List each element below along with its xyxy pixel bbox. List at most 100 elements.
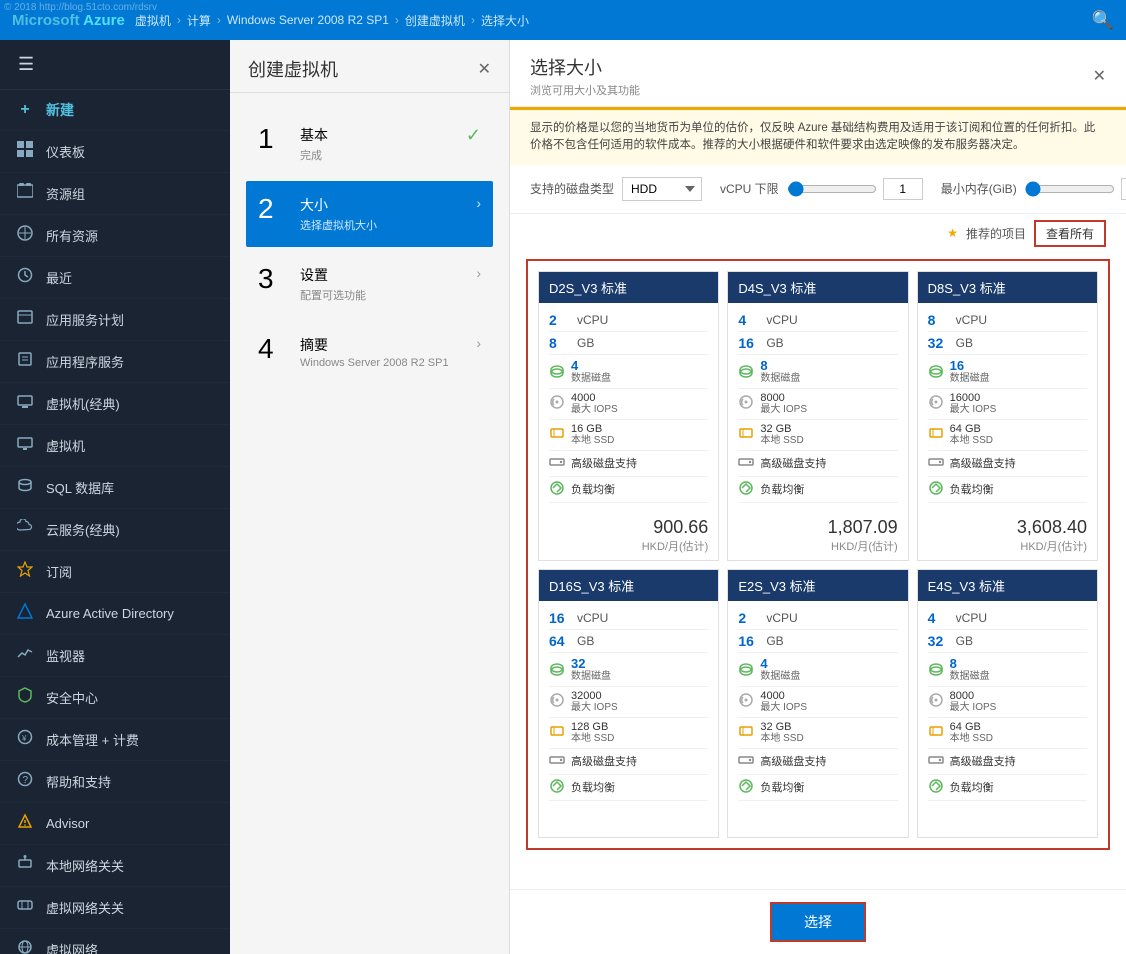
lb-label: 负载均衡 (760, 779, 804, 795)
vm-card-1[interactable]: D4S_V3 标准4vCPU16GB 8数据磁盘 8000最大 IOPS 32 … (727, 271, 908, 561)
ssd-label: 本地 SSD (571, 435, 614, 447)
view-all-button[interactable]: 查看所有 (1034, 220, 1106, 247)
sidebar-item-recent[interactable]: 最近 (0, 257, 230, 299)
subscription-icon (14, 561, 36, 582)
breadcrumb-item-5[interactable]: 选择大小 (481, 12, 529, 29)
sidebar-label: 仪表板 (46, 142, 216, 161)
step-4-number: 4 (258, 335, 288, 363)
sidebar-item-new[interactable]: + 新建 (0, 90, 230, 131)
topbar: © 2018 http://blog.51cto.com/rdsrv Micro… (0, 0, 1126, 40)
support-label: 高级磁盘支持 (571, 455, 637, 471)
sidebar-item-appserviceplan[interactable]: 应用服务计划 (0, 299, 230, 341)
sidebar-item-sql[interactable]: SQL 数据库 (0, 467, 230, 509)
size-panel-close-button[interactable]: ✕ (1093, 66, 1106, 86)
breadcrumb-item-2[interactable]: 计算 (187, 12, 211, 29)
mem-unit: GB (956, 336, 973, 350)
breadcrumb-item-3[interactable]: Windows Server 2008 R2 SP1 (227, 13, 389, 27)
disk-icon (549, 660, 565, 679)
vm-card-4-body: 2vCPU16GB 4数据磁盘 4000最大 IOPS 32 GB本地 SSD … (728, 601, 907, 807)
price-unit: HKD/月(估计) (928, 538, 1087, 554)
disk-icon (928, 362, 944, 381)
sidebar-item-dashboard[interactable]: 仪表板 (0, 131, 230, 173)
sidebar-item-help[interactable]: ? 帮助和支持 (0, 761, 230, 803)
step-4-summary[interactable]: 4 摘要 Windows Server 2008 R2 SP1 › (246, 321, 493, 383)
disk-info: 8数据磁盘 (950, 656, 990, 683)
vm-card-0[interactable]: D2S_V3 标准2vCPU8GB 4数据磁盘 4000最大 IOPS 16 G… (538, 271, 719, 561)
sidebar-item-resourcegroup[interactable]: 资源组 (0, 173, 230, 215)
lb-icon (549, 480, 565, 499)
sidebar-item-vnet[interactable]: 虚拟网络 (0, 929, 230, 954)
vcpu-input[interactable] (883, 178, 923, 200)
mem-unit: GB (956, 634, 973, 648)
vm-card-4-iops-row: 4000最大 IOPS (738, 687, 897, 718)
price-value: 1,807.09 (738, 517, 897, 538)
sidebar-item-aad[interactable]: Azure Active Directory (0, 593, 230, 635)
hamburger-menu-button[interactable]: ☰ (0, 40, 230, 90)
panels: 创建虚拟机 ✕ 1 基本 完成 ✓ 2 大小 (230, 40, 1126, 954)
ssd-icon (549, 723, 565, 742)
logo-microsoft: Microsoft (12, 12, 83, 29)
step-4-arrow-icon: › (476, 335, 481, 351)
sidebar-item-localnetwork[interactable]: 本地网络关关 (0, 845, 230, 887)
vm-card-4-ssd-row: 32 GB本地 SSD (738, 718, 897, 749)
sidebar-item-appservice[interactable]: 应用程序服务 (0, 341, 230, 383)
sidebar-item-vm[interactable]: 虚拟机 (0, 425, 230, 467)
sidebar-item-allresources[interactable]: 所有资源 (0, 215, 230, 257)
vm-card-2-price: 3,608.40HKD/月(估计) (918, 509, 1097, 560)
localnetwork-icon (14, 855, 36, 876)
step-4-sub: Windows Server 2008 R2 SP1 (300, 357, 476, 369)
vm-card-2-body: 8vCPU32GB 16数据磁盘 16000最大 IOPS 64 GB本地 SS… (918, 303, 1097, 509)
step-2-size[interactable]: 2 大小 选择虚拟机大小 › (246, 181, 493, 247)
sidebar-item-monitor[interactable]: 监视器 (0, 635, 230, 677)
support-label: 高级磁盘支持 (760, 455, 826, 471)
iops-label: 最大 IOPS (571, 404, 618, 416)
sidebar-item-cloud[interactable]: 云服务(经典) (0, 509, 230, 551)
vm-card-1-body: 4vCPU16GB 8数据磁盘 8000最大 IOPS 32 GB本地 SSD … (728, 303, 907, 509)
sidebar-label: 应用程序服务 (46, 352, 216, 371)
vm-card-5-mem-row: 32 GB (928, 630, 1087, 653)
breadcrumb-item-1[interactable]: 虚拟机 (135, 12, 171, 29)
vm-card-3[interactable]: D16S_V3 标准16vCPU64GB 32数据磁盘 32000最大 IOPS… (538, 569, 719, 838)
sidebar-item-advisor[interactable]: Advisor (0, 803, 230, 845)
mem-val: 8 (549, 335, 571, 351)
step-1-basic[interactable]: 1 基本 完成 ✓ (246, 111, 493, 177)
vcpu-val: 4 (738, 312, 760, 328)
vm-card-5[interactable]: E4S_V3 标准4vCPU32GB 8数据磁盘 8000最大 IOPS 64 … (917, 569, 1098, 838)
sidebar-item-vnetgw[interactable]: 虚拟网络关关 (0, 887, 230, 929)
disk-type-select[interactable]: HDD SSD (622, 177, 702, 201)
create-panel-close-button[interactable]: ✕ (478, 59, 491, 79)
vcpu-slider[interactable] (787, 181, 877, 197)
vm-card-4-lb-row: 负载均衡 (738, 775, 897, 801)
sidebar-item-security[interactable]: 安全中心 (0, 677, 230, 719)
sidebar-item-vm-classic[interactable]: 虚拟机(经典) (0, 383, 230, 425)
support-label: 高级磁盘支持 (950, 455, 1016, 471)
step-2-name: 大小 (300, 195, 476, 215)
step-3-settings[interactable]: 3 设置 配置可选功能 › (246, 251, 493, 317)
vm-card-0-body: 2vCPU8GB 4数据磁盘 4000最大 IOPS 16 GB本地 SSD 高… (539, 303, 718, 509)
sidebar-item-cost[interactable]: ¥ 成本管理 + 计费 (0, 719, 230, 761)
iops-info: 32000最大 IOPS (571, 690, 618, 714)
appserviceplan-icon (14, 309, 36, 330)
allresources-icon (14, 225, 36, 246)
sidebar-label: 订阅 (46, 562, 216, 581)
vm-card-5-body: 4vCPU32GB 8数据磁盘 8000最大 IOPS 64 GB本地 SSD … (918, 601, 1097, 807)
step-1-content: 基本 完成 (300, 125, 466, 163)
iops-info: 4000最大 IOPS (760, 690, 807, 714)
breadcrumb-item-4[interactable]: 创建虚拟机 (405, 12, 465, 29)
iops-info: 8000最大 IOPS (760, 392, 807, 416)
vm-card-4[interactable]: E2S_V3 标准2vCPU16GB 4数据磁盘 4000最大 IOPS 32 … (727, 569, 908, 838)
disk-label: 数据磁盘 (760, 671, 800, 683)
iops-icon (549, 692, 565, 711)
search-icon[interactable]: 🔍 (1092, 10, 1114, 31)
mem-filter: 最小内存(GiB) (941, 178, 1126, 200)
sidebar-item-subscription[interactable]: 订阅 (0, 551, 230, 593)
mem-slider[interactable] (1025, 181, 1115, 197)
vm-card-2[interactable]: D8S_V3 标准8vCPU32GB 16数据磁盘 16000最大 IOPS 6… (917, 271, 1098, 561)
vm-card-2-vcpu-row: 8vCPU (928, 309, 1087, 332)
sidebar-label: 最近 (46, 268, 216, 287)
mem-input[interactable] (1121, 178, 1126, 200)
vm-card-1-ssd-row: 32 GB本地 SSD (738, 420, 897, 451)
ssd-icon (549, 425, 565, 444)
mem-val: 32 (928, 633, 950, 649)
select-button[interactable]: 选择 (770, 902, 866, 942)
